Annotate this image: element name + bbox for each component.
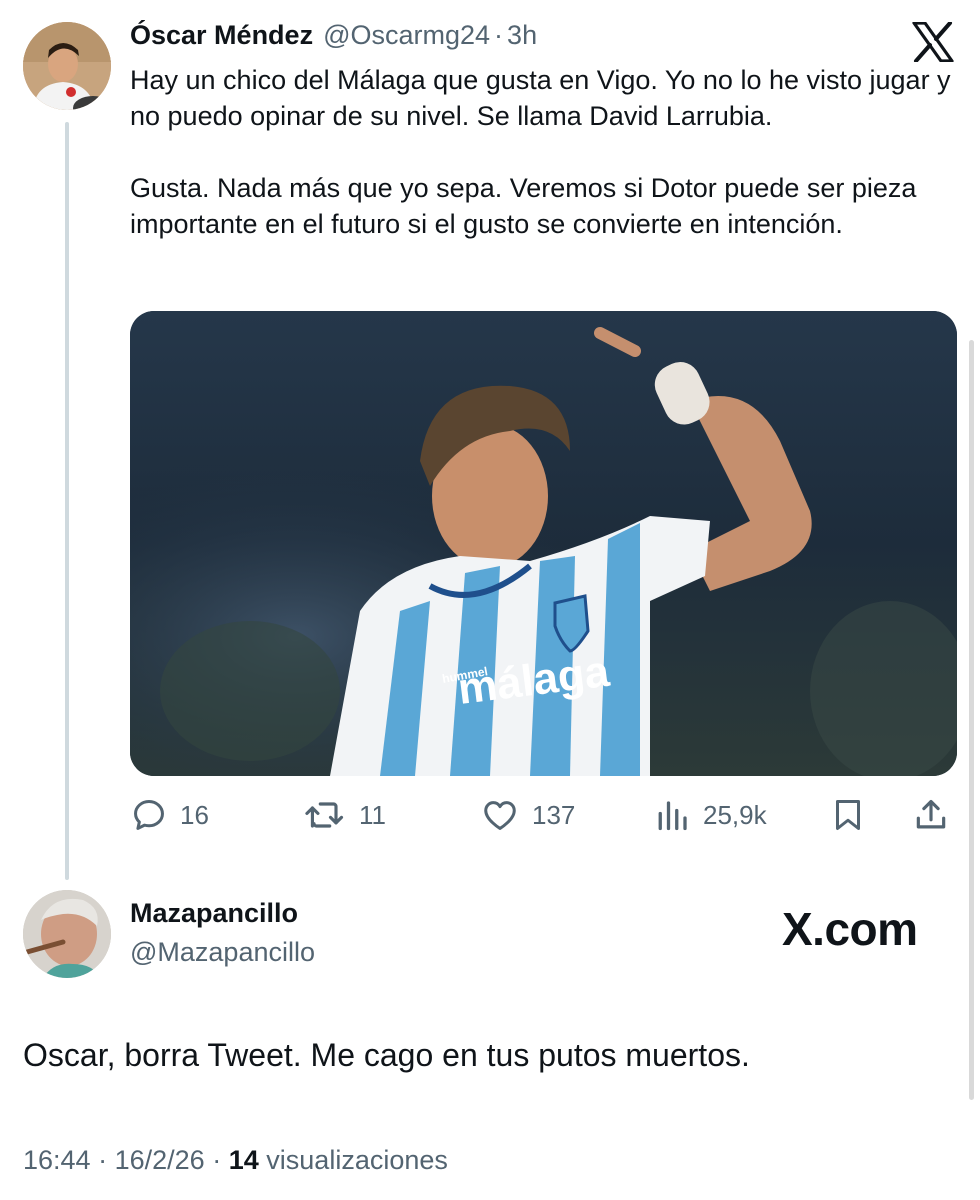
reply-views-label: visualizaciones: [266, 1145, 448, 1175]
reply-time[interactable]: 16:44: [23, 1145, 91, 1175]
meta-separator: ·: [212, 1145, 222, 1175]
reply-icon: [134, 800, 164, 830]
views-chart-icon: [658, 801, 687, 831]
tweet-time[interactable]: 3h: [507, 20, 537, 51]
views-action[interactable]: 25,9k: [655, 793, 767, 837]
tweet-header: Óscar Méndez @Oscarmg24 · 3h: [130, 20, 537, 51]
views-count: 25,9k: [703, 799, 767, 830]
x-logo-icon[interactable]: [912, 21, 954, 63]
reply-action[interactable]: 16: [130, 793, 209, 837]
retweet-action[interactable]: 11: [303, 793, 386, 837]
reply-views-count: 14: [228, 1145, 259, 1175]
bookmark-icon: [836, 800, 860, 830]
separator-dot: ·: [494, 20, 504, 50]
tweet-text: Hay un chico del Málaga que gusta en Vig…: [130, 65, 951, 239]
meta-separator: ·: [98, 1145, 108, 1175]
brand-text: X.com: [782, 903, 918, 955]
reply-date[interactable]: 16/2/26: [115, 1145, 205, 1175]
tweet-media-image[interactable]: málaga hummel: [130, 311, 957, 776]
scrollbar[interactable]: [969, 340, 974, 1100]
reply-count: 16: [180, 799, 209, 830]
thread-line: [65, 122, 69, 880]
author-name[interactable]: Óscar Méndez: [130, 20, 313, 51]
reply-text: Oscar, borra Tweet. Me cago en tus putos…: [23, 1037, 750, 1073]
like-count: 137: [532, 799, 576, 830]
author-handle[interactable]: @Oscarmg24: [323, 20, 490, 51]
share-icon: [916, 799, 946, 829]
like-action[interactable]: 137: [480, 793, 575, 837]
avatar-image: [23, 22, 111, 110]
reply-avatar-image: [23, 890, 111, 978]
x-com-logo: X.com: [782, 902, 918, 956]
reply-author-avatar[interactable]: [23, 890, 111, 978]
retweet-count: 11: [359, 799, 386, 830]
author-avatar[interactable]: [23, 22, 111, 110]
retweet-icon: [305, 802, 344, 828]
share-action[interactable]: [912, 793, 950, 837]
reply-author-name[interactable]: Mazapancillo: [130, 898, 298, 929]
reply-author-handle[interactable]: @Mazapancillo: [130, 937, 315, 968]
heart-icon: [484, 801, 516, 830]
reply-meta: 16:44 · 16/2/26 · 14 visualizaciones: [23, 1145, 448, 1176]
bookmark-action[interactable]: [830, 793, 866, 837]
